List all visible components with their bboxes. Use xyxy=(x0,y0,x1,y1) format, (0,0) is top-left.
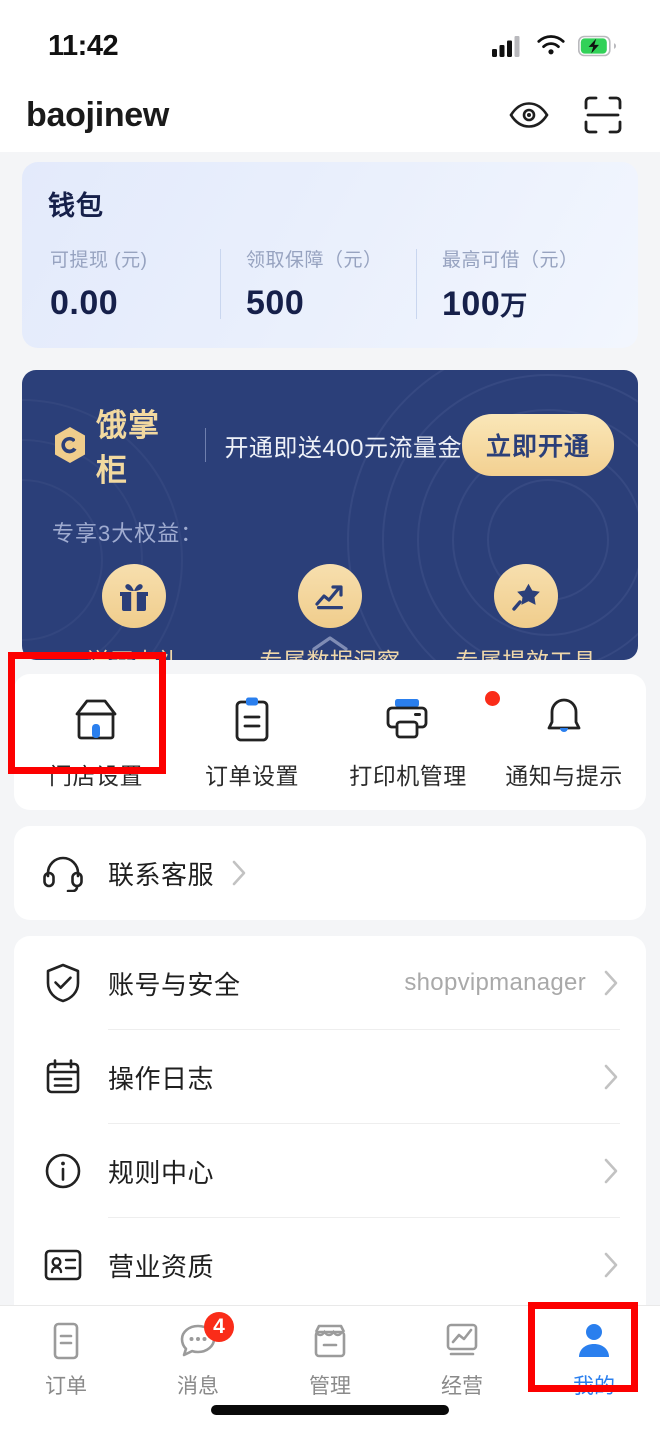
eleme-shopkeeper-logo-icon xyxy=(50,425,90,465)
list-item-label: 操作日志 xyxy=(108,1063,215,1094)
quick-action-printer-management[interactable]: 打印机管理 xyxy=(330,691,500,791)
manage-store-icon xyxy=(314,1324,346,1358)
chart-trend-icon xyxy=(298,564,362,628)
list-item-label: 账号与安全 xyxy=(108,969,241,1000)
quick-action-label: 打印机管理 xyxy=(349,763,467,789)
quick-action-label: 订单设置 xyxy=(205,763,299,789)
tab-manage[interactable]: 管理 xyxy=(264,1320,396,1400)
chevron-right-icon xyxy=(232,860,246,886)
list-item-operation-log[interactable]: 操作日志 xyxy=(14,1030,646,1124)
shield-check-icon xyxy=(46,963,80,1003)
quick-action-label: 通知与提示 xyxy=(505,763,623,789)
status-bar: 11:42 xyxy=(0,0,660,78)
list-item-account-security[interactable]: 账号与安全 shopvipmanager xyxy=(14,936,646,1030)
wallet-stat-max-loan[interactable]: 最高可借（元） 100万 xyxy=(416,245,612,324)
banner-collapse-toggle[interactable] xyxy=(22,632,638,656)
quick-action-order-settings[interactable]: 订单设置 xyxy=(174,693,330,791)
stat-number: 100 xyxy=(442,285,501,323)
tab-messages[interactable]: 4 消息 xyxy=(132,1312,264,1400)
scan-icon[interactable] xyxy=(584,96,622,134)
cellular-signal-icon xyxy=(492,36,520,57)
tab-orders[interactable]: 订单 xyxy=(0,1320,132,1400)
eye-icon[interactable] xyxy=(508,100,550,130)
wallet-stat-guarantee[interactable]: 领取保障（元） 500 xyxy=(220,245,416,324)
status-icons xyxy=(492,35,616,57)
list-item-label: 规则中心 xyxy=(108,1157,215,1188)
promo-banner[interactable]: 饿掌柜 开通即送400元流量金 立即开通 专享3大权益： 送开卡礼 xyxy=(22,370,638,660)
stat-label: 领取保障（元） xyxy=(246,250,383,271)
printer-icon xyxy=(386,699,428,739)
list-item-label: 联系客服 xyxy=(108,859,215,890)
wallet-stats: 可提现 (元) 0.00 领取保障（元） 500 最高可借（元） 100万 xyxy=(48,245,612,324)
star-icon xyxy=(494,564,558,628)
analytics-icon xyxy=(446,1323,478,1356)
support-card: 联系客服 xyxy=(14,826,646,920)
tab-label: 我的 xyxy=(573,1375,615,1398)
order-clipboard-icon xyxy=(235,697,269,742)
quick-action-store-settings[interactable]: 门店设置 xyxy=(18,693,174,791)
battery-charging-icon xyxy=(578,35,616,57)
wallet-stat-withdrawable[interactable]: 可提现 (元) 0.00 xyxy=(48,245,220,324)
tab-label: 订单 xyxy=(45,1375,87,1398)
list-item-value: shopvipmanager xyxy=(404,969,586,996)
gift-icon xyxy=(102,564,166,628)
banner-divider xyxy=(205,428,207,462)
stat-value: 0.00 xyxy=(50,284,119,322)
list-item-rules-center[interactable]: 规则中心 xyxy=(14,1124,646,1218)
list-item-business-qualification[interactable]: 营业资质 xyxy=(14,1218,646,1312)
wallet-title: 钱包 xyxy=(48,191,104,221)
stat-label: 最高可借（元） xyxy=(442,250,579,271)
list-item-contact-support[interactable]: 联系客服 xyxy=(14,826,646,920)
quick-action-notifications[interactable]: 通知与提示 xyxy=(486,693,642,791)
calendar-icon xyxy=(46,1059,80,1094)
stat-value: 100万 xyxy=(442,284,612,324)
wifi-icon xyxy=(537,35,565,55)
banner-top-row: 饿掌柜 开通即送400元流量金 立即开通 xyxy=(22,370,638,490)
tab-label: 经营 xyxy=(441,1375,483,1398)
info-icon xyxy=(45,1153,81,1189)
profile-icon xyxy=(579,1324,609,1357)
app-screen: 11:42 baojinew 钱包 可提现 (元) 0.00 领取保障（元） 5… xyxy=(0,0,660,1429)
banner-slogan: 开通即送400元流量金 xyxy=(224,434,462,462)
chevron-right-icon xyxy=(604,1158,618,1184)
message-badge: 4 xyxy=(204,1312,234,1342)
stat-label: 可提现 (元) xyxy=(50,250,148,271)
chevron-up-icon xyxy=(312,636,348,651)
bottom-tab-bar: 订单 4 消息 管理 经营 我的 xyxy=(0,1305,660,1429)
headset-icon xyxy=(43,856,83,892)
page-header: baojinew xyxy=(0,78,660,152)
quick-actions-card: 门店设置 订单设置 打印机管理 通知与提示 xyxy=(14,674,646,810)
activate-now-button[interactable]: 立即开通 xyxy=(461,414,614,476)
chevron-right-icon xyxy=(604,1252,618,1278)
quick-action-label: 门店设置 xyxy=(49,763,143,789)
order-icon xyxy=(53,1322,79,1360)
banner-subtitle: 专享3大权益： xyxy=(52,521,204,546)
home-indicator xyxy=(211,1405,449,1415)
id-card-icon xyxy=(44,1249,82,1281)
list-item-label: 营业资质 xyxy=(108,1251,215,1282)
page-title: baojinew xyxy=(26,95,170,134)
tab-label: 管理 xyxy=(309,1375,351,1398)
chevron-right-icon xyxy=(604,1064,618,1090)
stat-unit: 万 xyxy=(500,291,528,321)
header-actions xyxy=(508,96,622,134)
wallet-card[interactable]: 钱包 可提现 (元) 0.00 领取保障（元） 500 最高可借（元） 100万 xyxy=(22,162,638,348)
store-icon xyxy=(75,699,117,740)
status-time: 11:42 xyxy=(48,29,119,62)
tab-label: 消息 xyxy=(177,1375,219,1398)
bell-icon xyxy=(547,698,581,732)
tab-profile[interactable]: 我的 xyxy=(528,1320,660,1400)
stat-value: 500 xyxy=(246,284,305,322)
tab-operations[interactable]: 经营 xyxy=(396,1320,528,1400)
banner-brand: 饿掌柜 xyxy=(96,408,160,489)
chevron-right-icon xyxy=(604,970,618,996)
